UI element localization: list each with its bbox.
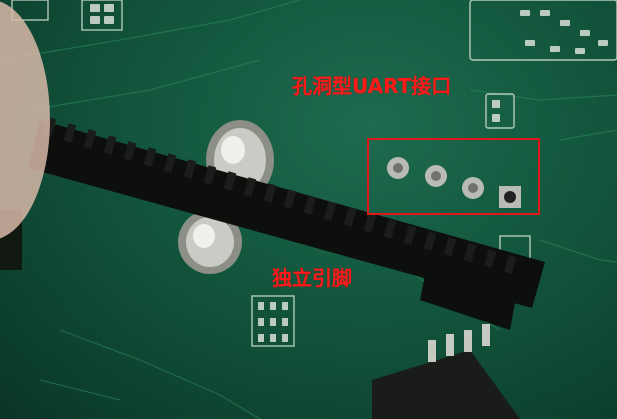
uart-highlight-box [367, 138, 540, 215]
uart-interface-label: 孔洞型UART接口 [292, 74, 452, 98]
pcb-photo: 孔洞型UART接口 独立引脚 [0, 0, 617, 419]
soic-chip [372, 324, 520, 419]
standalone-pins-label: 独立引脚 [272, 266, 352, 290]
finger [0, 1, 50, 239]
